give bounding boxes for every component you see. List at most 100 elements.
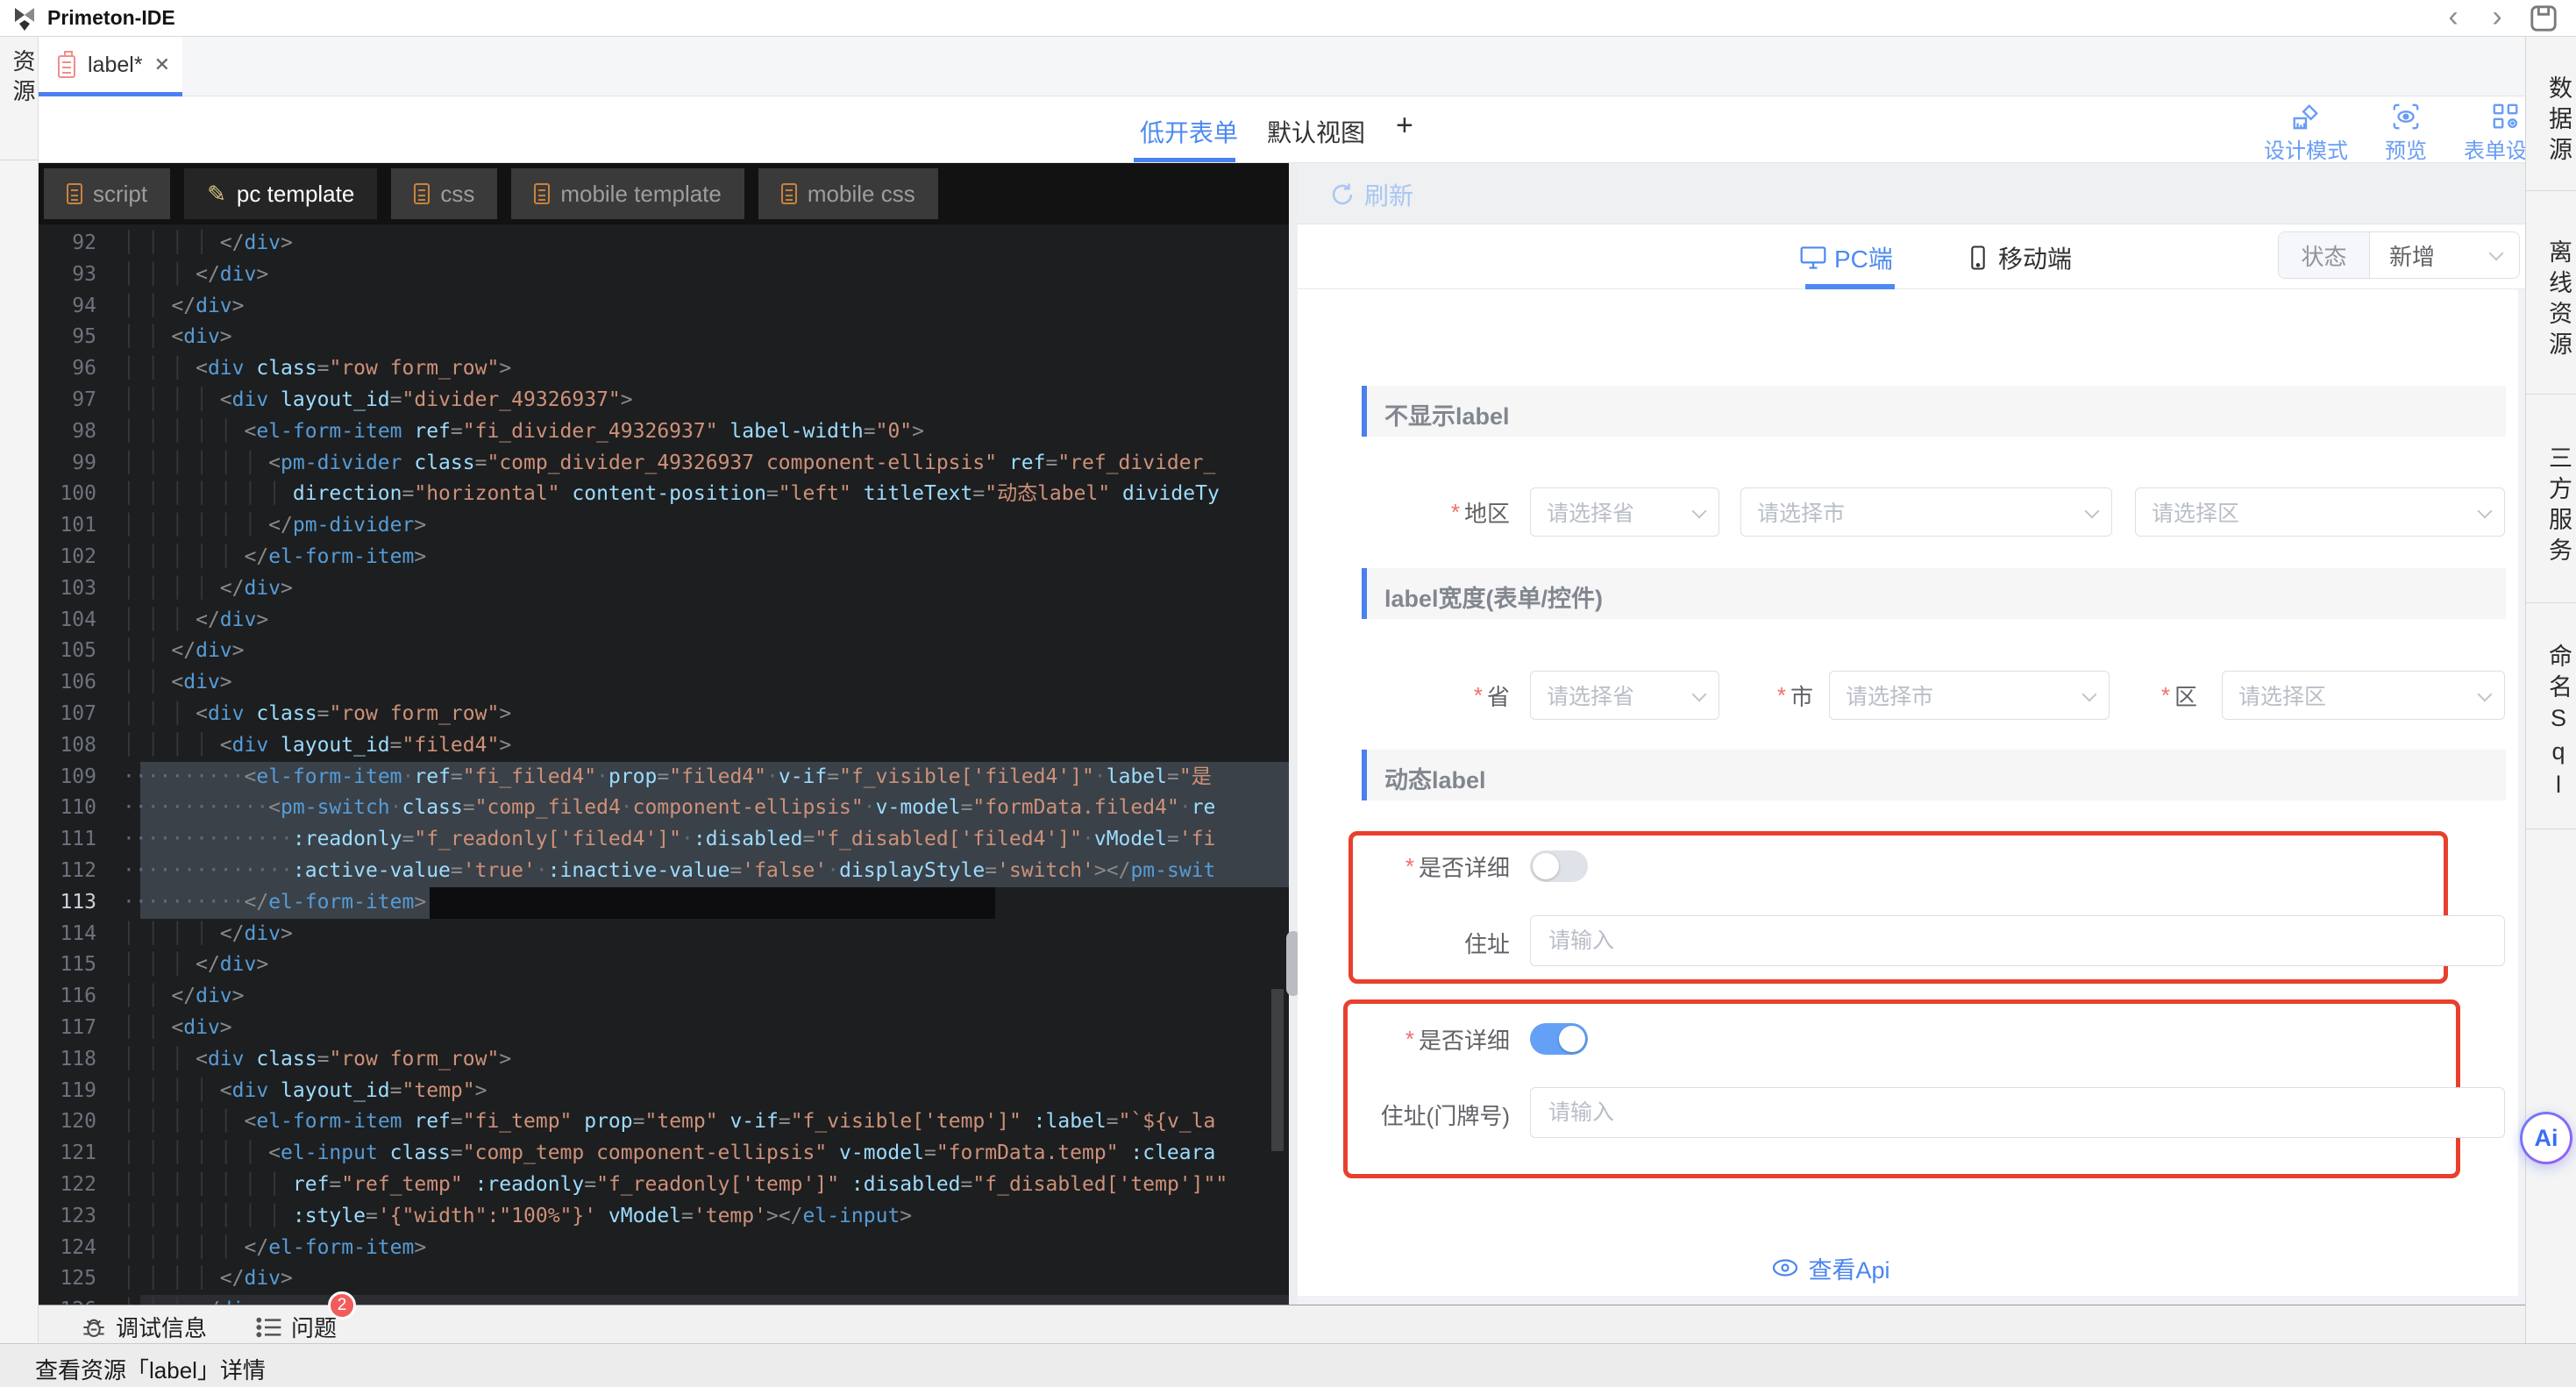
code-line: 109··········<el-form-item·ref="fi_filed… <box>39 762 1289 793</box>
code-line: 123│ │ │ │ │ │ │ :style='{"width":"100%"… <box>39 1201 1289 1233</box>
chevron-down-icon <box>1692 504 1707 519</box>
select-province-2[interactable]: 请选择省 <box>1530 671 1719 720</box>
eye-icon <box>1771 1257 1799 1278</box>
code-line: 118│ │ │ <div class="row form_row"> <box>39 1044 1289 1076</box>
panel-splitter[interactable] <box>1289 163 1298 1305</box>
active-view-underline <box>1134 158 1235 162</box>
editor-scrollbar[interactable] <box>1271 989 1284 1151</box>
file-icon <box>781 183 797 204</box>
required-star-icon <box>2161 682 2170 709</box>
tab-mobile-template[interactable]: mobile template <box>511 168 744 219</box>
select-placeholder: 请选择市 <box>1846 679 1933 711</box>
save-icon[interactable] <box>2529 4 2558 33</box>
code-line: 95│ │ <div> <box>39 322 1289 353</box>
address-input-1[interactable] <box>1530 915 2505 966</box>
close-icon[interactable] <box>154 53 170 76</box>
select-district[interactable]: 请选择区 <box>2135 487 2505 537</box>
file-icon <box>414 183 430 204</box>
detail-toggle-off[interactable] <box>1530 850 1588 882</box>
tab-mobile-css[interactable]: mobile css <box>758 168 938 219</box>
toggle-knob <box>1559 1026 1585 1052</box>
tab-script[interactable]: script <box>44 168 170 219</box>
required-star-icon <box>1777 682 1786 709</box>
tab-css[interactable]: css <box>391 168 497 219</box>
right-rail-tab[interactable]: 命名Sql <box>2526 603 2576 829</box>
debug-info-label: 调试信息 <box>116 1311 207 1343</box>
preview-panel: 刷新 PC端 移动端 状态 新增 <box>1298 163 2525 1305</box>
sidebar-item-resources[interactable]: 资源 <box>7 49 39 109</box>
code-line: 126│ │ │ </div> <box>39 1295 1289 1305</box>
back-button[interactable]: ‹ <box>2436 0 2471 35</box>
section-title: 不显示label <box>1384 397 1510 431</box>
view-api-link[interactable]: 查看Api <box>1717 1252 1945 1284</box>
code-editor[interactable]: script ✎pc template css mobile template … <box>39 163 1289 1305</box>
tab-mobile-device[interactable]: 移动端 <box>1965 240 2072 275</box>
select-province[interactable]: 请选择省 <box>1530 487 1719 537</box>
code-lines[interactable]: 92│ │ │ │ </div>93│ │ │ </div>94│ │ </di… <box>39 228 1289 1305</box>
tab-lowcode-form[interactable]: 低开表单 <box>1140 114 1238 149</box>
refresh-label: 刷新 <box>1364 177 1413 212</box>
problems-label: 问题 <box>291 1311 337 1343</box>
select-city[interactable]: 请选择市 <box>1740 487 2112 537</box>
tab-script-label: script <box>93 181 147 208</box>
editor-tab-bar: script ✎pc template css mobile template … <box>39 163 1289 224</box>
right-rail-tab[interactable]: 三方服务 <box>2526 395 2576 603</box>
debug-bar: 调试信息 问题 2 <box>39 1305 2525 1343</box>
required-star-icon <box>1474 682 1483 709</box>
tab-pc-label: PC端 <box>1834 240 1893 275</box>
select-city-2[interactable]: 请选择市 <box>1829 671 2110 720</box>
code-line: 99│ │ │ │ │ │ <pm-divider class="comp_di… <box>39 448 1289 480</box>
tab-default-view[interactable]: 默认视图 <box>1267 114 1365 149</box>
preview-eye-icon <box>2391 102 2421 132</box>
field-label-address-2: 住址(门牌号) <box>1333 1089 1510 1140</box>
refresh-button[interactable]: 刷新 <box>1329 177 1413 212</box>
code-line: 96│ │ │ <div class="row form_row"> <box>39 353 1289 385</box>
code-line: 115│ │ │ </div> <box>39 950 1289 981</box>
chevron-down-icon <box>2478 687 2493 702</box>
code-line: 97│ │ │ │ <div layout_id="divider_493269… <box>39 385 1289 416</box>
tab-label: label* <box>88 53 143 78</box>
tab-pc-device[interactable]: PC端 <box>1799 240 1893 275</box>
code-line: 124│ │ │ │ │ </el-form-item> <box>39 1233 1289 1264</box>
forward-button[interactable]: › <box>2480 0 2515 35</box>
select-district-2[interactable]: 请选择区 <box>2222 671 2505 720</box>
right-rail-tab[interactable]: 离线资源 <box>2526 191 2576 395</box>
debug-info-button[interactable]: 调试信息 <box>81 1311 207 1343</box>
state-select[interactable]: 状态 新增 <box>2278 231 2520 279</box>
address-input-2[interactable] <box>1530 1087 2505 1138</box>
code-line: 111··············:readonly="f_readonly['… <box>39 824 1289 856</box>
list-icon <box>256 1314 282 1341</box>
field-label-region: 地区 <box>1333 487 1510 537</box>
code-line: 105│ │ </div> <box>39 636 1289 667</box>
problems-button[interactable]: 问题 <box>256 1311 337 1343</box>
tab-pc-template[interactable]: ✎pc template <box>184 168 377 219</box>
device-tab-row: PC端 移动端 状态 新增 <box>1298 224 2525 289</box>
code-line: 107│ │ │ <div class="row form_row"> <box>39 699 1289 730</box>
right-rail-tab[interactable]: 数据源 <box>2526 37 2576 191</box>
code-line: 119│ │ │ │ <div layout_id="temp"> <box>39 1076 1289 1107</box>
tab-label-file[interactable]: label* <box>39 37 182 96</box>
section-header-no-label: 不显示label <box>1362 386 2506 437</box>
code-line: 106│ │ <div> <box>39 667 1289 699</box>
code-line: 102│ │ │ │ │ </el-form-item> <box>39 542 1289 573</box>
field-label-province: 省 <box>1333 671 1510 720</box>
code-line: 104│ │ │ </div> <box>39 605 1289 637</box>
design-mode-icon <box>2291 102 2321 132</box>
required-star-icon <box>1405 1026 1414 1053</box>
code-line: 121│ │ │ │ │ │ <el-input class="comp_tem… <box>39 1138 1289 1170</box>
tab-mobile-css-label: mobile css <box>808 181 915 208</box>
file-icon <box>67 183 82 204</box>
required-star-icon <box>1405 853 1414 880</box>
title-bar: Primeton-IDE ‹ › <box>0 0 2576 37</box>
code-line: 110············<pm-switch·class="comp_fi… <box>39 793 1289 824</box>
field-label-city: 市 <box>1710 671 1813 720</box>
detail-toggle-on[interactable] <box>1530 1023 1588 1055</box>
form-settings-icon <box>2491 102 2521 132</box>
add-view-button[interactable]: + <box>1396 109 1413 143</box>
tab-mobile-template-label: mobile template <box>560 181 722 208</box>
view-api-label: 查看Api <box>1808 1251 1889 1285</box>
required-star-icon <box>1451 499 1460 526</box>
form-preview-card: 不显示label 地区 请选择省 请选择市 请选择区 label宽度(表单/控件… <box>1298 289 2518 1296</box>
refresh-bar: 刷新 <box>1298 163 2525 224</box>
ai-assistant-button[interactable]: Ai <box>2520 1112 2572 1164</box>
